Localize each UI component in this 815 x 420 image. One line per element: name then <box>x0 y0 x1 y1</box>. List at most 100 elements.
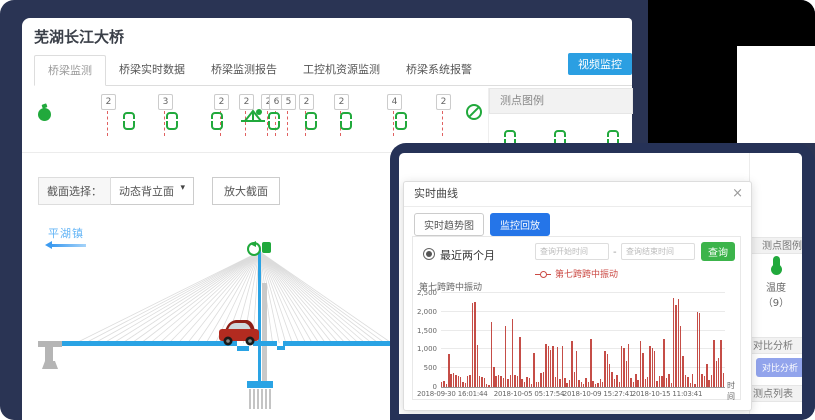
chart-ytick-label: 1,500 <box>413 327 437 335</box>
tower-base-cap <box>247 381 273 388</box>
chart-bar <box>621 346 622 387</box>
app-tab-2[interactable]: 桥梁监测报告 <box>198 55 290 86</box>
temperature-count: （9） <box>750 294 802 309</box>
tower-sensor-icon[interactable] <box>248 241 271 255</box>
chart-bar <box>628 344 629 387</box>
sensor-link-icon[interactable] <box>211 112 223 130</box>
dialog-title: 实时曲线 <box>414 182 458 206</box>
section-select-value: 动态背立面 <box>119 183 174 199</box>
chart-bar <box>512 319 513 387</box>
bridge-sensor-icon[interactable] <box>240 106 266 128</box>
chart-bar <box>446 384 447 387</box>
chart-bar <box>614 379 615 387</box>
dialog-tabs: 实时趋势图监控回放 <box>414 213 550 236</box>
chart-xtick-label: 2018-09-30 16:01:44 <box>417 390 488 398</box>
chart-gridline <box>441 330 725 331</box>
dialog-tab-0[interactable]: 实时趋势图 <box>414 213 484 236</box>
chart-bar <box>505 326 506 387</box>
chart-ytick-label: 1,000 <box>413 345 437 353</box>
chart-bar <box>507 379 508 387</box>
app-tab-1[interactable]: 桥梁实时数据 <box>106 55 198 86</box>
sensor-strip: 23222652242 <box>22 92 488 148</box>
chart-bar <box>649 346 650 387</box>
chart-bar <box>685 375 686 387</box>
chart-bar <box>443 381 444 387</box>
front-app-window: 测点图例 温度 （9） 对比分析 对比分析 测点列表 实时曲线 × 实时趋势图监… <box>390 143 815 420</box>
chart-bar <box>711 375 712 387</box>
chart-bar <box>495 376 496 387</box>
chart-bar <box>671 383 672 388</box>
front-window-content: 测点图例 温度 （9） 对比分析 对比分析 测点列表 实时曲线 × 实时趋势图监… <box>399 153 802 414</box>
sensor-count-badge: 4 <box>387 94 402 110</box>
chart-bar <box>557 347 558 387</box>
sensor-link-icon[interactable] <box>305 112 317 130</box>
chart-bar <box>465 383 466 387</box>
chart-bar <box>616 375 617 387</box>
zoom-section-button[interactable]: 放大截面 <box>212 177 280 205</box>
app-tab-4[interactable]: 桥梁系统报警 <box>393 55 485 86</box>
chart-bar <box>453 373 454 387</box>
chart-gridline <box>441 292 725 293</box>
chart-bar <box>467 376 468 387</box>
chart-bar <box>548 346 549 387</box>
chart-bar <box>699 313 700 387</box>
sensor-link-icon[interactable] <box>340 112 352 130</box>
chart-bar <box>590 339 591 387</box>
temperature-sensor-item[interactable]: 温度 （9） <box>750 253 802 309</box>
chart-bar <box>692 374 693 387</box>
sensor-link-icon[interactable] <box>166 112 178 130</box>
realtime-curve-dialog: 实时曲线 × 实时趋势图监控回放 最近两个月 - 查询 第七跨跨中振动 第七跨跨… <box>403 181 752 411</box>
chart-bar <box>540 373 541 387</box>
sensor-count-badge: 2 <box>101 94 116 110</box>
chart-plot-area <box>441 293 725 388</box>
chart-bar <box>633 382 634 387</box>
chart-gridline <box>441 348 725 349</box>
range-radio[interactable] <box>423 248 435 260</box>
no-entry-icon[interactable] <box>466 104 482 120</box>
chart-bar <box>694 384 695 387</box>
chart-bar <box>706 364 707 387</box>
start-time-input[interactable] <box>535 243 609 260</box>
chart-bar <box>488 385 489 387</box>
chart-bar <box>604 351 605 387</box>
chart-bar <box>701 374 702 387</box>
sensor-dash-line <box>107 111 108 136</box>
close-icon[interactable]: × <box>732 186 743 202</box>
chart-bar <box>666 378 667 387</box>
video-monitor-button[interactable]: 视频监控 <box>568 53 632 75</box>
chart-bar <box>623 348 624 387</box>
compare-analysis-button[interactable]: 对比分析 <box>756 358 802 377</box>
clock-icon[interactable] <box>38 108 51 121</box>
app-tab-0[interactable]: 桥梁监测 <box>34 55 106 86</box>
chart-bar <box>652 348 653 387</box>
sensor-link-icon[interactable] <box>268 112 280 130</box>
background-window-sliver <box>737 46 815 143</box>
chart-bar <box>450 374 451 387</box>
sensor-dash-line <box>393 111 394 136</box>
bridge-svg <box>22 223 392 420</box>
sensor-link-icon[interactable] <box>395 112 407 130</box>
sensor-dash-line <box>164 111 165 136</box>
chart-bar <box>607 354 608 387</box>
dialog-tab-1[interactable]: 监控回放 <box>490 213 550 236</box>
chart-bar <box>503 378 504 387</box>
chart-xticks: 2018-09-30 16:01:442018-10-05 05:17:5420… <box>441 390 725 402</box>
chart-bar <box>588 382 589 387</box>
chart-bar <box>455 375 456 387</box>
page-title: 芜湖长江大桥 <box>34 26 124 47</box>
legend-marker-icon <box>535 274 551 275</box>
end-time-input[interactable] <box>621 243 695 260</box>
chart-bar <box>609 364 610 387</box>
chart-bar <box>600 379 601 387</box>
app-tab-3[interactable]: 工控机资源监测 <box>290 55 393 86</box>
tower-piles <box>250 389 270 409</box>
chart-bar <box>555 377 556 387</box>
chart-bar <box>576 351 577 387</box>
chart-bar <box>545 344 546 387</box>
sensor-count-badge: 2 <box>334 94 349 110</box>
chart-bar <box>611 372 612 387</box>
chart-bar <box>564 378 565 387</box>
query-button[interactable]: 查询 <box>701 242 735 261</box>
sensor-link-icon[interactable] <box>123 112 135 130</box>
section-select-dropdown[interactable]: 动态背立面 ▾ <box>111 177 194 205</box>
